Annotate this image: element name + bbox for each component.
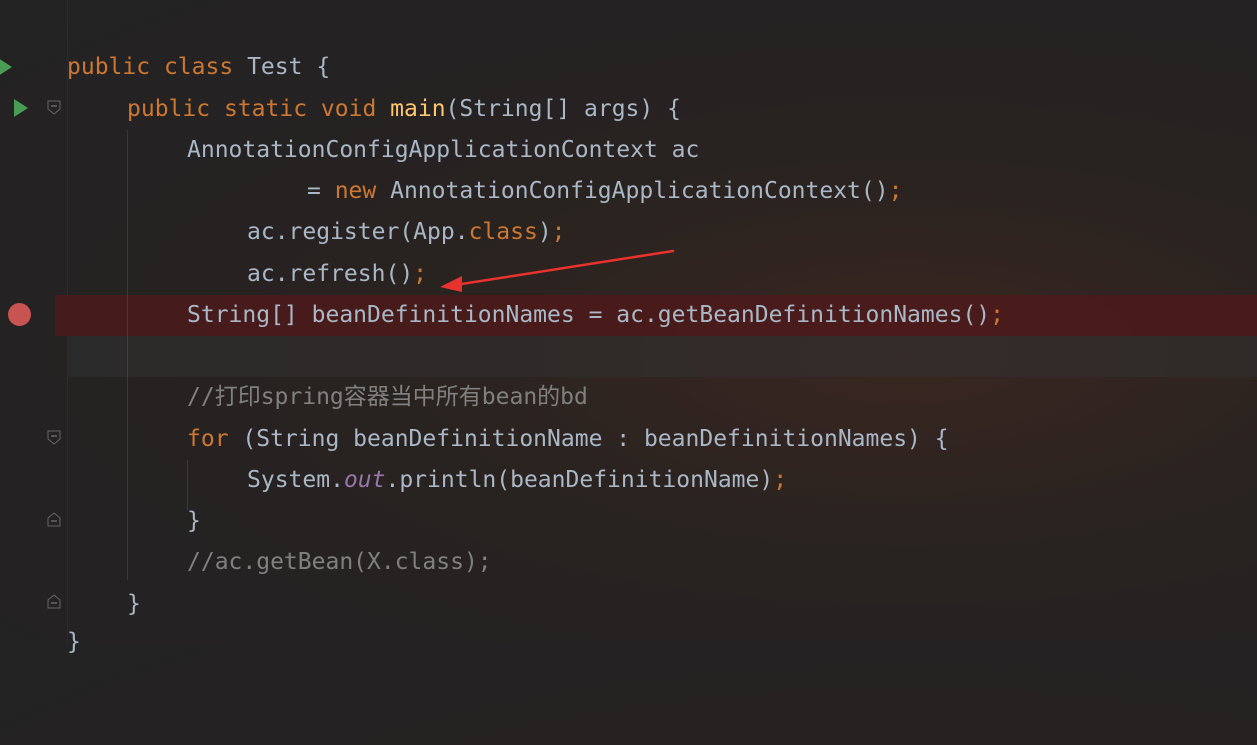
keyword: static [223,96,308,122]
semicolon: ; [551,219,566,245]
code-text: String[] beanDefinitionNames = ac.getBea… [187,302,991,328]
semicolon: ; [413,261,428,287]
keyword: class [468,219,538,245]
code-text: AnnotationConfigApplicationContext ac [187,137,700,163]
keyword: public [67,54,151,80]
params: (String[] args) { [445,96,681,122]
code-text: ac.refresh() [247,261,414,287]
keyword: class [163,54,234,80]
code-line: AnnotationConfigApplicationContext ac [0,130,1257,171]
code-line: ac.register(App.class); [0,212,1257,253]
code-text: AnnotationConfigApplicationContext() [376,178,889,204]
code-text: ac.register(App. [247,219,469,245]
code-text: ) [537,219,552,245]
comment: //打印spring容器当中所有bean的bd [187,384,588,410]
comment: //ac.getBean(X.class); [187,549,492,575]
code-line: String[] beanDefinitionNames = ac.getBea… [0,295,1257,336]
code-line: = new AnnotationConfigApplicationContext… [0,171,1257,212]
semicolon: ; [990,302,1004,328]
code-line: ac.refresh(); [0,254,1257,295]
class-name: Test [247,54,303,80]
semicolon: ; [888,178,903,204]
semicolon: ; [773,467,788,493]
code-line: } [0,501,1257,542]
keyword: new [334,178,377,204]
code-text: (String beanDefinitionName : beanDefinit… [228,426,949,452]
code-text: .println(beanDefinitionName) [385,467,774,493]
keyword: for [187,426,229,452]
code-text: System. [247,467,344,493]
code-line: public class Test { [0,47,1257,88]
brace: } [187,508,201,534]
code-text: = [307,178,335,204]
code-editor[interactable]: public class Test { public static void m… [0,0,1257,655]
code-line: } [0,584,1257,625]
keyword: public [127,96,211,122]
keyword: void [320,96,377,122]
brace: } [127,591,141,617]
code-line: System.out.println(beanDefinitionName); [0,460,1257,501]
brace: { [316,54,331,80]
code-line: public static void main(String[] args) { [0,89,1257,130]
static-field: out [343,467,386,493]
code-line: //ac.getBean(X.class); [0,542,1257,583]
code-line: //打印spring容器当中所有bean的bd [0,377,1257,418]
method-name: main [390,96,446,122]
code-line: for (String beanDefinitionName : beanDef… [0,419,1257,460]
